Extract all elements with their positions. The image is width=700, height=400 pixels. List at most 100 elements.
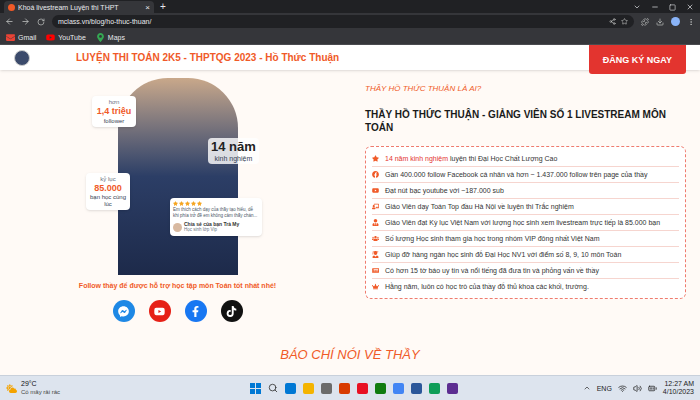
achievement-text: Hằng năm, luôn có học trò của thầy đỗ th… bbox=[385, 282, 589, 291]
download-icon[interactable] bbox=[656, 18, 664, 26]
profile-icon[interactable] bbox=[671, 17, 680, 26]
star-icon bbox=[179, 201, 184, 206]
social-links bbox=[113, 300, 243, 322]
bookmark[interactable]: Gmail bbox=[6, 33, 36, 42]
time: 12:27 AM bbox=[664, 380, 694, 388]
forward-icon[interactable] bbox=[21, 17, 30, 26]
achievement-text: Có hơn 15 tờ báo uy tín và nổi tiếng đã … bbox=[385, 266, 599, 275]
taskbar-app-icon[interactable] bbox=[339, 383, 350, 394]
toolbar: mclass.vn/blog/ho-thuc-thuan/ bbox=[0, 13, 700, 30]
minimize-icon[interactable] bbox=[651, 3, 659, 11]
about-heading: THẦY HỒ THỨC THUẬN - GIẢNG VIÊN SỐ 1 LIV… bbox=[365, 108, 686, 134]
press-section: BÁO CHÍ NÓI VỀ THẦY bbox=[0, 335, 700, 375]
achievement-item: Giúp đỡ hàng ngàn học sinh đỗ Đại Học NV… bbox=[372, 246, 679, 262]
review-author: Chia sẻ của bạn Trà My bbox=[184, 221, 239, 227]
taskbar-app-icon[interactable] bbox=[447, 383, 458, 394]
achievement-item: Giáo Viên dạy Toán Top đầu Hà Nội về luy… bbox=[372, 198, 679, 214]
extensions-icon[interactable] bbox=[641, 18, 649, 26]
achievement-item: Có hơn 15 tờ báo uy tín và nổi tiếng đã … bbox=[372, 262, 679, 278]
tab-search-icon[interactable] bbox=[633, 3, 641, 11]
search-icon[interactable] bbox=[268, 383, 278, 393]
about-subtitle: THẦY HỒ THỨC THUẬN LÀ AI? bbox=[365, 84, 686, 94]
screen: Khoá livestream Luyện thi THPT× + mclass.v… bbox=[0, 0, 700, 400]
bookmark-star-icon[interactable] bbox=[621, 18, 628, 25]
star-icon bbox=[173, 201, 178, 206]
wifi-icon[interactable] bbox=[618, 384, 627, 393]
bookmark-label: Maps bbox=[108, 33, 125, 42]
reload-icon[interactable] bbox=[37, 18, 45, 26]
favicon-icon bbox=[8, 4, 15, 11]
experience-badge: 14 nămkinh nghiệm bbox=[208, 138, 259, 164]
achievement-text: Gần 400.000 follow Facebook cá nhân và h… bbox=[385, 170, 647, 179]
weather-icon bbox=[6, 383, 17, 394]
site-header: LUYỆN THI TOÁN 2K5 - THPTQG 2023 - Hồ Th… bbox=[0, 45, 700, 70]
volume-icon[interactable] bbox=[633, 384, 642, 393]
gmail-icon bbox=[6, 33, 15, 42]
windows-start-icon[interactable] bbox=[250, 383, 261, 394]
register-button[interactable]: ĐĂNG KÝ NGAY bbox=[589, 45, 686, 74]
bookmark-label: Gmail bbox=[18, 33, 36, 42]
close-icon[interactable] bbox=[686, 3, 694, 11]
new-tab-button[interactable]: + bbox=[160, 1, 166, 13]
taskbar-app-icon[interactable] bbox=[285, 383, 296, 394]
maps-icon bbox=[96, 33, 105, 42]
taskbar-app-icon[interactable] bbox=[357, 383, 368, 394]
achievement-item: 14 năm kinh nghiệm luyện thi Đại Học Chấ… bbox=[372, 151, 679, 166]
system-tray: ENG 12:27 AM4/10/2023 bbox=[583, 380, 694, 396]
clock[interactable]: 12:27 AM4/10/2023 bbox=[663, 380, 694, 396]
star-icon bbox=[185, 201, 190, 206]
achievements-box: 14 năm kinh nghiệm luyện thi Đại Học Chấ… bbox=[365, 146, 686, 299]
tray-overflow-icon[interactable] bbox=[583, 384, 591, 392]
profile-column: hơn1,4 triệufollower14 nămkinh nghiệmkỷ … bbox=[0, 70, 355, 335]
taskbar-app-icon[interactable] bbox=[303, 383, 314, 394]
achievement-icon bbox=[372, 283, 379, 290]
achievement-icon bbox=[372, 171, 379, 178]
star-icon bbox=[191, 201, 196, 206]
tab-close[interactable]: × bbox=[145, 3, 150, 12]
social-button[interactable] bbox=[149, 300, 171, 322]
achievement-text: Giáo Viên dạy Toán Top đầu Hà Nội về luy… bbox=[385, 202, 574, 211]
weather-widget[interactable]: 29°CCó mây rải rác bbox=[6, 380, 126, 396]
social-button[interactable] bbox=[185, 300, 207, 322]
avatar-photo bbox=[14, 50, 30, 66]
about-column: THẦY HỒ THỨC THUẬN LÀ AI? THẦY HỒ THỨC TH… bbox=[355, 70, 700, 335]
achievement-text: Giúp đỡ hàng ngàn học sinh đỗ Đại Học NV… bbox=[385, 250, 621, 259]
achievement-icon bbox=[372, 187, 379, 194]
language[interactable]: ENG bbox=[597, 384, 612, 393]
back-icon[interactable] bbox=[5, 17, 14, 26]
achievement-text: Đạt nút bạc youtube với ~187.000 sub bbox=[385, 186, 504, 195]
browser-tab[interactable]: Khoá livestream Luyện thi THPT× bbox=[4, 1, 154, 13]
web-page: LUYỆN THI TOÁN 2K5 - THPTQG 2023 - Hồ Th… bbox=[0, 45, 700, 375]
taskbar-app-icon[interactable] bbox=[411, 383, 422, 394]
taskbar-app-icon[interactable] bbox=[429, 383, 440, 394]
achievement-icon bbox=[372, 251, 379, 258]
date: 4/10/2023 bbox=[663, 388, 694, 396]
bookmark[interactable]: YouTube bbox=[46, 33, 86, 42]
taskbar-app-icon[interactable] bbox=[321, 383, 332, 394]
youtube-icon bbox=[46, 33, 55, 42]
achievement-item: Đạt nút bạc youtube với ~187.000 sub bbox=[372, 182, 679, 198]
social-button[interactable] bbox=[221, 300, 243, 322]
achievement-item: Gần 400.000 follow Facebook cá nhân và h… bbox=[372, 166, 679, 182]
achievement-item: Hằng năm, luôn có học trò của thầy đỗ th… bbox=[372, 278, 679, 294]
achievement-text: 14 năm kinh nghiệm luyện thi Đại Học Chấ… bbox=[385, 154, 557, 163]
battery-icon[interactable] bbox=[648, 384, 657, 393]
follow-text: Follow thầy để được hỗ trợ học tập môn T… bbox=[79, 281, 276, 290]
address-bar[interactable]: mclass.vn/blog/ho-thuc-thuan/ bbox=[52, 15, 634, 28]
achievement-icon bbox=[372, 219, 379, 226]
url: mclass.vn/blog/ho-thuc-thuan/ bbox=[58, 17, 151, 26]
maximize-icon[interactable] bbox=[669, 4, 676, 11]
social-button[interactable] bbox=[113, 300, 135, 322]
achievement-text: Số lượng Học sinh tham gia học trong nhó… bbox=[385, 234, 599, 243]
reviewer-photo bbox=[173, 223, 182, 232]
press-title: BÁO CHÍ NÓI VỀ THẦY bbox=[280, 347, 419, 363]
temperature: 29°C bbox=[21, 380, 60, 388]
bookmark[interactable]: Maps bbox=[96, 33, 125, 42]
menu-icon[interactable] bbox=[687, 18, 695, 26]
taskbar-app-icon[interactable] bbox=[393, 383, 404, 394]
weather-text: Có mây rải rác bbox=[21, 388, 60, 396]
review-stars bbox=[173, 201, 259, 206]
taskbar-app-icon[interactable] bbox=[375, 383, 386, 394]
site-title[interactable]: LUYỆN THI TOÁN 2K5 - THPTQG 2023 - Hồ Th… bbox=[76, 52, 339, 64]
share-icon[interactable] bbox=[609, 18, 616, 25]
